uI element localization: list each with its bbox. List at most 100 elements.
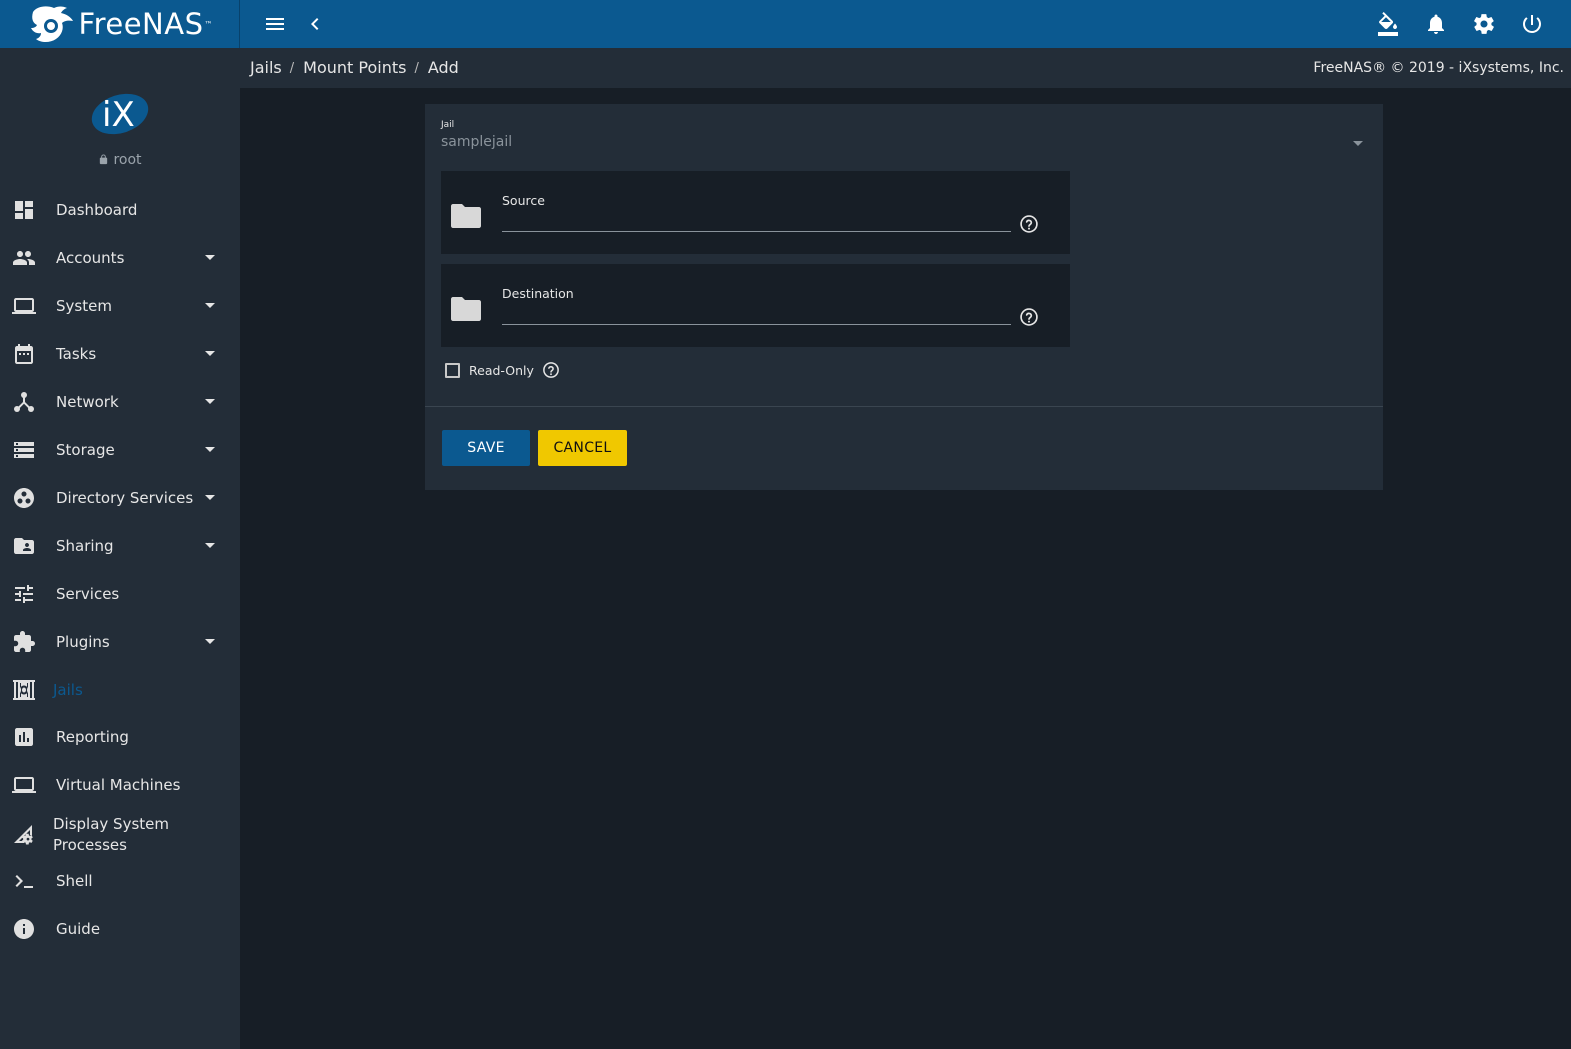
brand-name: FreeNAS	[78, 7, 204, 41]
read-only-option: Read-Only	[445, 361, 560, 379]
dashboard-icon	[12, 198, 36, 222]
top-bar: FreeNAS ™	[0, 0, 1571, 48]
lock-icon	[100, 154, 108, 165]
folder-icon[interactable]	[450, 296, 482, 322]
sidebar-item-accounts[interactable]: Accounts	[0, 234, 240, 282]
jail-select-value: samplejail	[441, 134, 513, 150]
theme-button[interactable]	[1372, 8, 1404, 40]
caret-down-icon	[205, 543, 215, 548]
sidebar-item-shell[interactable]: Shell	[0, 857, 240, 905]
breadcrumb-item-mount-points[interactable]: Mount Points	[303, 58, 406, 80]
destination-label: Destination	[502, 286, 574, 301]
username: root	[0, 152, 240, 168]
sidebar-item-virtual-machines[interactable]: Virtual Machines	[0, 761, 240, 809]
network-icon	[12, 390, 36, 414]
system-icon	[12, 294, 36, 318]
accounts-icon	[12, 246, 36, 270]
sidebar-item-label: Display System Processes	[53, 815, 169, 854]
breadcrumb-item-add: Add	[427, 58, 459, 77]
read-only-checkbox[interactable]	[445, 362, 460, 378]
guide-icon	[12, 917, 36, 941]
settings-button[interactable]	[1468, 8, 1500, 40]
menu-toggle-button[interactable]	[259, 8, 291, 40]
sidebar-item-dashboard[interactable]: Dashboard	[0, 186, 240, 234]
caret-down-icon	[205, 303, 215, 308]
read-only-label[interactable]: Read-Only	[469, 363, 534, 378]
sidebar-item-services[interactable]: Services	[0, 570, 240, 618]
sidebar-item-label: Reporting	[56, 727, 129, 746]
source-input[interactable]	[502, 231, 1011, 232]
breadcrumb-separator: /	[414, 61, 419, 76]
menu-icon	[266, 18, 284, 30]
caret-down-icon	[205, 351, 215, 356]
copyright-text: FreeNAS® © 2019 - iXsystems, Inc.	[1313, 60, 1564, 76]
caret-down-icon	[205, 495, 215, 500]
user-profile: iX root	[0, 48, 240, 184]
freenas-logo-icon	[30, 6, 73, 43]
sidebar-item-storage[interactable]: Storage	[0, 426, 240, 474]
destination-field: Destination	[441, 264, 1070, 347]
caret-down-icon	[205, 639, 215, 644]
plugins-icon	[12, 630, 36, 654]
sidebar-item-guide[interactable]: Guide	[0, 905, 240, 953]
sidebar-item-plugins[interactable]: Plugins	[0, 618, 240, 666]
sidebar-item-network[interactable]: Network	[0, 378, 240, 426]
source-label: Source	[502, 193, 545, 208]
sidebar-item-label: Services	[56, 584, 120, 603]
svg-text:iX: iX	[102, 95, 135, 135]
sidebar-item-system[interactable]: System	[0, 282, 240, 330]
sidebar-item-label: Jails	[53, 680, 83, 699]
brand[interactable]: FreeNAS ™	[0, 0, 240, 48]
sidebar-item-label: Sharing	[56, 536, 114, 555]
sharing-icon	[12, 534, 36, 558]
notifications-button[interactable]	[1420, 8, 1452, 40]
shell-icon	[12, 869, 36, 893]
chevron-down-icon	[1353, 141, 1363, 146]
save-button[interactable]: SAVE	[442, 430, 530, 466]
display-system-processes-icon	[12, 823, 36, 847]
sidebar: iX root Dashboard Accounts System Tasks …	[0, 48, 240, 1049]
services-icon	[12, 582, 36, 606]
sidebar-item-label: Guide	[56, 919, 101, 938]
sidebar-item-label: Virtual Machines	[56, 775, 181, 794]
caret-down-icon	[205, 399, 215, 404]
settings-icon	[1474, 14, 1494, 34]
sidebar-item-label: Shell	[56, 871, 93, 890]
destination-input[interactable]	[502, 324, 1011, 325]
sidebar-item-label: Network	[56, 392, 119, 411]
help-icon[interactable]	[1019, 307, 1039, 327]
sidebar-item-sharing[interactable]: Sharing	[0, 522, 240, 570]
sidebar-item-label: Accounts	[56, 248, 125, 267]
ixsystems-logo-icon: iX	[91, 93, 149, 135]
back-icon	[311, 18, 319, 30]
mount-point-form: Jail samplejail Source Destination Read-…	[425, 104, 1383, 490]
virtual-machines-icon	[12, 773, 36, 797]
sidebar-item-jails[interactable]: Jails	[0, 666, 240, 714]
help-icon[interactable]	[542, 361, 560, 379]
jails-icon	[12, 678, 36, 702]
tasks-icon	[12, 342, 36, 366]
power-button[interactable]	[1516, 8, 1548, 40]
sidebar-item-label: Tasks	[56, 344, 97, 363]
notifications-icon	[1428, 14, 1444, 34]
brand-trademark: ™	[204, 19, 213, 29]
reporting-icon	[12, 725, 36, 749]
jail-select-label: Jail	[441, 120, 455, 130]
breadcrumb-item-jails[interactable]: Jails	[250, 58, 282, 80]
breadcrumb: Jails / Mount Points / Add	[250, 58, 459, 80]
folder-icon[interactable]	[450, 203, 482, 229]
sidebar-item-tasks[interactable]: Tasks	[0, 330, 240, 378]
sidebar-item-label: Dashboard	[56, 200, 138, 219]
collapse-sidebar-button[interactable]	[299, 8, 331, 40]
help-icon[interactable]	[1019, 214, 1039, 234]
sidebar-item-label: System	[56, 296, 112, 315]
sidebar-item-label: Directory Services	[56, 488, 194, 507]
sidebar-item-display-system-processes[interactable]: Display System Processes	[0, 810, 240, 860]
username-label: root	[113, 152, 142, 168]
sidebar-item-directory-services[interactable]: Directory Services	[0, 474, 240, 522]
theme-icon	[1378, 12, 1398, 36]
directory-services-icon	[12, 486, 36, 510]
sidebar-item-reporting[interactable]: Reporting	[0, 713, 240, 761]
cancel-button[interactable]: CANCEL	[538, 430, 627, 466]
breadcrumb-separator: /	[289, 61, 295, 76]
